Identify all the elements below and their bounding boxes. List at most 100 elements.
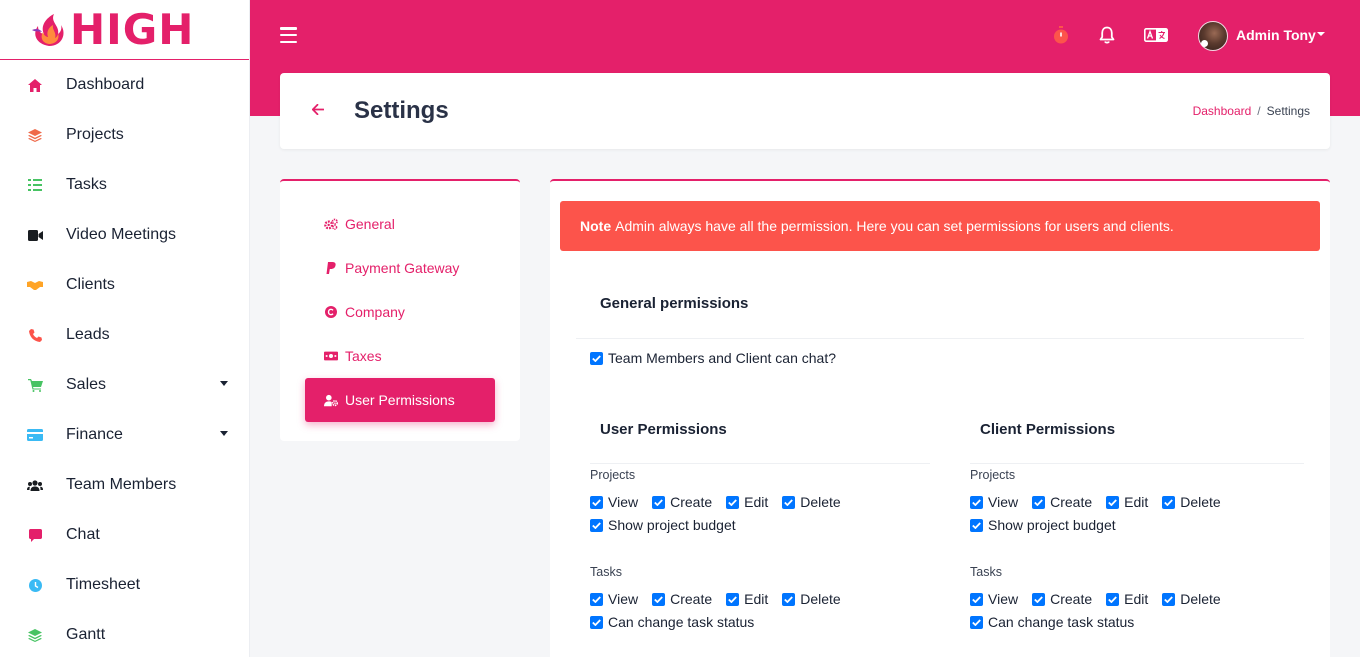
brand-logo[interactable]: HIGH [0, 0, 249, 60]
sidebar-item-label: Leads [66, 326, 110, 343]
clock-icon [27, 577, 43, 593]
client-tasks-status-row: Can change task status [970, 614, 1148, 630]
sidebar-item-label: Timesheet [66, 576, 141, 593]
checkbox-label: Create [1050, 494, 1093, 510]
sidebar-item-label: Finance [66, 426, 123, 443]
client-projects-view-checkbox[interactable]: View [970, 494, 1018, 510]
checkbox-checked-icon [590, 615, 603, 629]
checklist-icon [27, 177, 43, 193]
checkbox-label: Create [670, 591, 713, 607]
sidebar-item-leads[interactable]: Leads [0, 310, 249, 360]
checkbox-checked-icon [590, 495, 603, 509]
client-projects-create-checkbox[interactable]: Create [1032, 494, 1092, 510]
user-projects-edit-checkbox[interactable]: Edit [726, 494, 768, 510]
user-projects-create-checkbox[interactable]: Create [652, 494, 712, 510]
settings-menu-company[interactable]: Company [305, 290, 495, 334]
sidebar-item-finance[interactable]: Finance [0, 410, 249, 460]
bell-icon[interactable] [1096, 24, 1118, 46]
checkbox-checked-icon [1106, 495, 1120, 509]
client-tasks-row: View Create Edit Delete [970, 591, 1235, 607]
user-tasks-status-row: Can change task status [590, 614, 768, 630]
client-tasks-edit-checkbox[interactable]: Edit [1106, 591, 1148, 607]
checkbox-label: View [988, 494, 1019, 510]
user-projects-row: View Create Edit Delete [590, 494, 855, 510]
client-projects-delete-checkbox[interactable]: Delete [1162, 494, 1221, 510]
user-menu-name[interactable]: Admin Tony [1236, 27, 1316, 43]
chat-permission-checkbox[interactable]: Team Members and Client can chat? [590, 350, 836, 366]
settings-menu-label: Payment Gateway [345, 260, 460, 276]
sidebar-item-team-members[interactable]: Team Members [0, 460, 249, 510]
user-projects-view-checkbox[interactable]: View [590, 494, 638, 510]
user-tasks-edit-checkbox[interactable]: Edit [726, 591, 768, 607]
user-tasks-delete-checkbox[interactable]: Delete [782, 591, 841, 607]
settings-menu-label: Company [345, 304, 405, 320]
sidebar-item-clients[interactable]: Clients [0, 260, 249, 310]
settings-menu-label: General [345, 216, 395, 232]
sidebar-item-gantt[interactable]: Gantt [0, 610, 249, 657]
stopwatch-icon[interactable] [1050, 24, 1072, 46]
checkbox-label: View [608, 591, 639, 607]
cart-icon [27, 377, 43, 393]
checkbox-checked-icon [1162, 495, 1176, 509]
back-arrow-icon[interactable] [311, 102, 325, 120]
sidebar-item-tasks[interactable]: Tasks [0, 160, 249, 210]
layers-icon [27, 127, 43, 143]
settings-menu-payment-gateway[interactable]: Payment Gateway [305, 246, 495, 290]
checkbox-checked-icon [970, 592, 983, 606]
settings-menu-taxes[interactable]: Taxes [305, 334, 495, 378]
client-projects-budget-checkbox[interactable]: Show project budget [970, 517, 1116, 533]
handshake-icon [27, 277, 43, 293]
sidebar-item-label: Team Members [66, 476, 177, 493]
logo-text: HIGH [70, 4, 195, 54]
menu-toggle-icon[interactable] [280, 27, 297, 43]
user-tasks-view-checkbox[interactable]: View [590, 591, 638, 607]
note-label: Note [580, 218, 612, 234]
copyright-icon [324, 305, 338, 319]
language-icon[interactable] [1143, 24, 1169, 46]
sidebar-item-chat[interactable]: Chat [0, 510, 249, 560]
sidebar-item-label: Dashboard [66, 76, 145, 93]
checkbox-checked-icon [782, 592, 796, 606]
breadcrumb: Dashboard / Settings [1193, 104, 1310, 118]
divider [590, 463, 930, 464]
sidebar-item-timesheet[interactable]: Timesheet [0, 560, 249, 610]
sidebar-item-sales[interactable]: Sales [0, 360, 249, 410]
client-permissions-title: Client Permissions [980, 421, 1116, 438]
checkbox-checked-icon [1032, 495, 1046, 509]
client-tasks-status-checkbox[interactable]: Can change task status [970, 614, 1134, 630]
checkbox-label: Show project budget [988, 517, 1116, 533]
sidebar-item-video-meetings[interactable]: Video Meetings [0, 210, 249, 260]
checkbox-label: Create [670, 494, 713, 510]
video-camera-icon [27, 227, 43, 243]
avatar[interactable] [1198, 21, 1228, 51]
checkbox-checked-icon [590, 518, 603, 532]
checkbox-label: View [988, 591, 1019, 607]
checkbox-checked-icon [726, 592, 740, 606]
chat-icon [27, 527, 43, 543]
settings-menu-general[interactable]: General [305, 202, 495, 246]
breadcrumb-separator: / [1257, 104, 1261, 118]
chevron-down-icon[interactable] [1317, 32, 1325, 36]
general-permissions-title: General permissions [600, 295, 749, 312]
settings-menu-label: Taxes [345, 348, 382, 364]
settings-menu-user-permissions[interactable]: User Permissions [305, 378, 495, 422]
sidebar-item-dashboard[interactable]: Dashboard [0, 60, 249, 110]
users-icon [27, 477, 43, 493]
divider [576, 338, 1304, 339]
user-projects-delete-checkbox[interactable]: Delete [782, 494, 841, 510]
client-tasks-view-checkbox[interactable]: View [970, 591, 1018, 607]
client-tasks-label: Tasks [970, 565, 1002, 579]
checkbox-checked-icon [1106, 592, 1120, 606]
user-tasks-status-checkbox[interactable]: Can change task status [590, 614, 754, 630]
sidebar-item-projects[interactable]: Projects [0, 110, 249, 160]
client-projects-edit-checkbox[interactable]: Edit [1106, 494, 1148, 510]
user-projects-budget-checkbox[interactable]: Show project budget [590, 517, 736, 533]
permissions-panel: Note Admin always have all the permission… [550, 179, 1330, 657]
breadcrumb-dashboard-link[interactable]: Dashboard [1193, 104, 1252, 118]
client-tasks-delete-checkbox[interactable]: Delete [1162, 591, 1221, 607]
checkbox-checked-icon [652, 592, 666, 606]
client-tasks-create-checkbox[interactable]: Create [1032, 591, 1092, 607]
checkbox-checked-icon [590, 351, 603, 365]
user-tasks-create-checkbox[interactable]: Create [652, 591, 712, 607]
sidebar-item-label: Chat [66, 526, 100, 543]
